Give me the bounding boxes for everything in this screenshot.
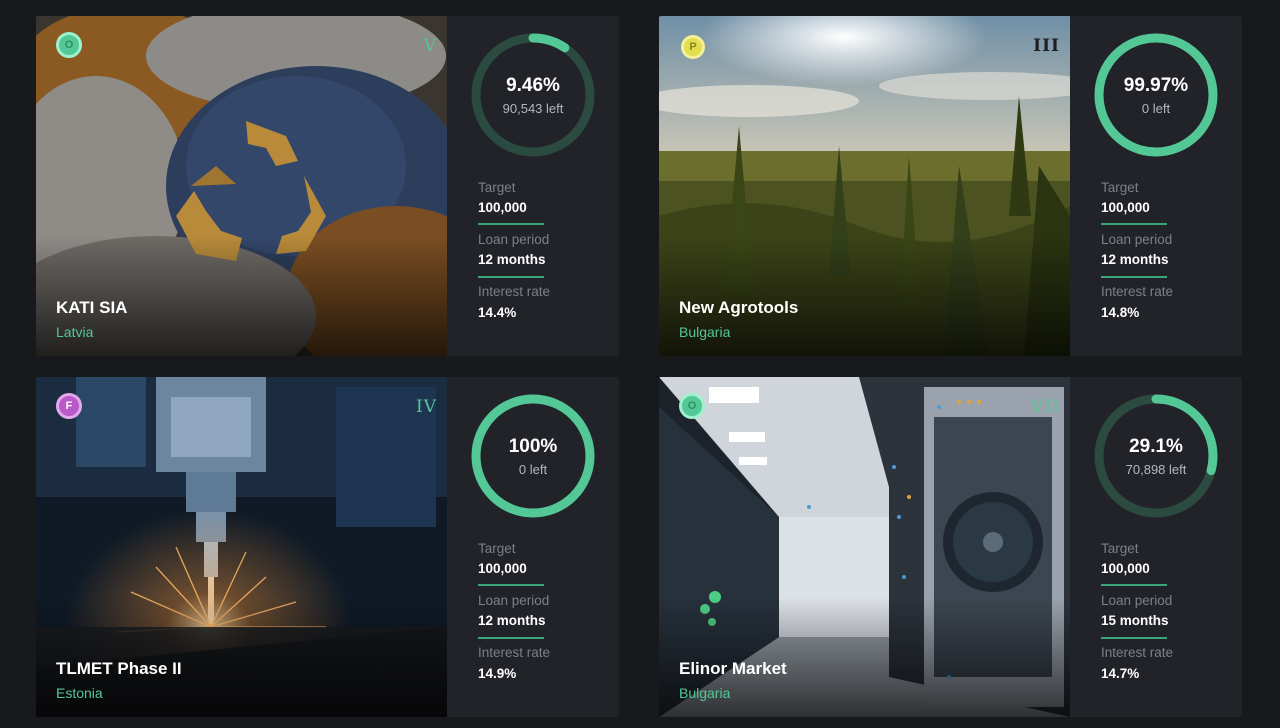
loan-period-label: Loan period [478,232,550,247]
funding-info: 9.46% 90,543 left Target 100,000 Loan pe… [447,16,619,356]
amount-left: 0 left [1141,100,1171,116]
loan-card[interactable]: P III New Agrotools Bulgaria 99.97% 0 le… [659,16,1242,356]
amount-left: 70,898 left [1125,461,1187,477]
project-photo[interactable]: F IV TLMET Phase II Estonia [36,377,447,717]
interest-rate-label: Interest rate [1101,284,1174,299]
loan-period-label: Loan period [1101,232,1173,247]
project-name[interactable]: TLMET Phase II [56,659,182,679]
divider [1101,584,1167,586]
category-badge: P [681,35,705,59]
project-photo[interactable]: P III New Agrotools Bulgaria [659,16,1070,356]
target-value: 100,000 [478,561,527,576]
progress-readout: 9.46% 90,543 left [470,32,596,158]
risk-grade: IV [416,397,437,417]
badge-letter: O [64,39,74,51]
funded-percent: 29.1% [1129,435,1183,457]
badge-letter: O [687,400,697,412]
project-country: Bulgaria [679,685,731,701]
category-badge: O [679,393,705,419]
progress-readout: 29.1% 70,898 left [1093,393,1219,519]
target-label: Target [1101,541,1139,556]
funded-percent: 100% [508,435,558,457]
loan-period-label: Loan period [1101,593,1173,608]
interest-rate-value: 14.9% [478,666,517,681]
loan-period-label: Loan period [478,593,550,608]
risk-grade: V [423,36,437,56]
project-country: Estonia [56,685,103,701]
project-country: Latvia [56,324,94,340]
interest-rate-label: Interest rate [478,645,551,660]
risk-grade: III [1033,36,1060,56]
progress-readout: 100% 0 left [470,393,596,519]
target-label: Target [1101,180,1139,195]
category-badge: O [56,32,82,58]
interest-rate-value: 14.4% [478,305,517,320]
project-photo[interactable]: O V KATI SIA Latvia [36,16,447,356]
divider [478,223,544,225]
target-value: 100,000 [478,200,527,215]
funding-info: 99.97% 0 left Target 100,000 Loan period… [1070,16,1242,356]
target-label: Target [478,180,516,195]
project-name[interactable]: Elinor Market [679,659,787,679]
badge-letter: F [65,400,73,412]
target-value: 100,000 [1101,561,1150,576]
interest-rate-value: 14.8% [1101,305,1140,320]
interest-rate-value: 14.7% [1101,666,1140,681]
project-country: Bulgaria [679,324,731,340]
loan-card[interactable]: O VII Elinor Market Bulgaria 29.1% 70,89… [659,377,1242,717]
category-badge: F [56,393,82,419]
progress-readout: 99.97% 0 left [1093,32,1219,158]
divider [478,584,544,586]
photo-shade [36,236,447,356]
interest-rate-label: Interest rate [1101,645,1174,660]
project-photo[interactable]: O VII Elinor Market Bulgaria [659,377,1070,717]
funding-info: 100% 0 left Target 100,000 Loan period 1… [447,377,619,717]
loan-period-value: 12 months [1101,252,1169,267]
funding-info: 29.1% 70,898 left Target 100,000 Loan pe… [1070,377,1242,717]
loan-period-value: 12 months [478,613,546,628]
divider [478,276,544,278]
target-value: 100,000 [1101,200,1150,215]
badge-letter: P [689,41,697,53]
loan-period-value: 12 months [478,252,546,267]
target-label: Target [478,541,516,556]
project-name[interactable]: KATI SIA [56,298,127,318]
loan-period-value: 15 months [1101,613,1169,628]
amount-left: 0 left [518,461,548,477]
risk-grade: VII [1031,397,1060,417]
divider [1101,637,1167,639]
funded-percent: 99.97% [1123,74,1189,96]
divider [478,637,544,639]
project-name[interactable]: New Agrotools [679,298,798,318]
loan-card[interactable]: F IV TLMET Phase II Estonia 100% 0 left … [36,377,619,717]
divider [1101,276,1167,278]
amount-left: 90,543 left [502,100,564,116]
divider [1101,223,1167,225]
interest-rate-label: Interest rate [478,284,551,299]
funded-percent: 9.46% [506,74,560,96]
loan-card[interactable]: O V KATI SIA Latvia 9.46% 90,543 left Ta… [36,16,619,356]
